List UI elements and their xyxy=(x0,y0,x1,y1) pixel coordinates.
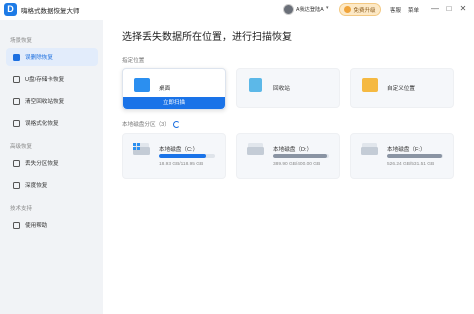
vip-upgrade-button[interactable]: 免费升级 xyxy=(339,3,381,16)
app-logo: D xyxy=(4,3,17,16)
main-content: 选择丢失数据所在位置，进行扫描恢复 指定位置 桌面 立即扫描 回收站 自定义位置… xyxy=(103,20,474,314)
disk-size: 389.90 GB/400.00 GB xyxy=(273,162,321,167)
partition-icon xyxy=(13,159,20,167)
close-button[interactable]: ✕ xyxy=(457,3,469,15)
sidebar-item-label: 使用帮助 xyxy=(25,223,48,229)
deep-scan-icon xyxy=(13,181,20,189)
disk-name: 本地磁盘（C:） xyxy=(159,147,199,153)
sidebar-section-title: 高级恢复 xyxy=(10,144,33,150)
vip-icon xyxy=(344,6,352,13)
hard-disk-icon xyxy=(133,143,150,156)
folder-icon xyxy=(362,78,378,92)
recycle-bin-icon xyxy=(249,78,262,92)
locations-label: 指定位置 xyxy=(122,58,145,64)
disk-usage-bar xyxy=(387,154,443,158)
sidebar-section-title: 场景恢复 xyxy=(10,38,33,44)
sidebar-item-recycle-recovery[interactable]: 清空回收站恢复 xyxy=(6,92,98,110)
partitions-label: 本地磁盘分区（3） xyxy=(122,122,170,128)
disk-usage-fill xyxy=(159,154,207,158)
disk-card-d[interactable]: 本地磁盘（D:） 389.90 GB/400.00 GB xyxy=(236,133,340,179)
title-bar: D 嗨格式数据恢复大师 A我达登陆A ▾ 免费升级 客服 菜单 — □ ✕ xyxy=(0,0,474,20)
sidebar-item-label: 深度恢复 xyxy=(25,183,48,189)
sidebar-item-label: 清空回收站恢复 xyxy=(25,99,65,105)
refresh-icon[interactable] xyxy=(172,120,180,128)
format-icon xyxy=(13,119,20,127)
disk-usage-bar xyxy=(159,154,215,158)
menu-link[interactable]: 菜单 xyxy=(408,6,419,14)
maximize-button[interactable]: □ xyxy=(443,3,455,15)
location-card-desktop[interactable]: 桌面 立即扫描 xyxy=(122,68,226,110)
sidebar-item-format-recovery[interactable]: 误格式化恢复 xyxy=(6,114,98,132)
hard-disk-icon xyxy=(361,143,378,156)
disk-size: 526.24 GB/531.51 GB xyxy=(387,162,435,167)
location-name: 桌面 xyxy=(159,86,171,92)
sidebar-item-deep-recovery[interactable]: 深度恢复 xyxy=(6,176,98,194)
disk-name: 本地磁盘（D:） xyxy=(273,147,313,153)
usb-icon xyxy=(13,75,20,83)
hard-disk-icon xyxy=(247,143,264,156)
page-title: 选择丢失数据所在位置，进行扫描恢复 xyxy=(122,32,292,43)
app-title: 嗨格式数据恢复大师 xyxy=(21,8,80,15)
sidebar-item-partition-recovery[interactable]: 丢失分区恢复 xyxy=(6,154,98,172)
sidebar-item-label: U盘/存储卡恢复 xyxy=(25,77,65,83)
disk-card-c[interactable]: 本地磁盘（C:） 18.93 GB/118.95 GB xyxy=(122,133,226,179)
scan-now-button[interactable]: 立即扫描 xyxy=(123,97,225,109)
user-name[interactable]: A我达登陆A xyxy=(296,6,324,13)
disk-usage-bar xyxy=(273,154,329,158)
disk-usage-fill xyxy=(387,154,443,158)
customer-service-link[interactable]: 客服 xyxy=(390,6,401,14)
disk-name: 本地磁盘（F:） xyxy=(387,147,426,153)
recycle-bin-icon xyxy=(13,97,20,105)
vip-upgrade-label: 免费升级 xyxy=(353,7,376,14)
help-icon xyxy=(13,221,20,229)
location-card-custom[interactable]: 自定义位置 xyxy=(350,68,454,108)
disk-card-f[interactable]: 本地磁盘（F:） 526.24 GB/531.51 GB xyxy=(350,133,454,179)
partitions-header: 本地磁盘分区（3） xyxy=(122,120,180,128)
disk-size: 18.93 GB/118.95 GB xyxy=(159,162,204,167)
location-name: 自定义位置 xyxy=(387,86,415,92)
minimize-button[interactable]: — xyxy=(429,3,441,15)
trash-file-icon xyxy=(13,53,20,61)
sidebar-item-help[interactable]: 使用帮助 xyxy=(6,216,98,234)
sidebar-item-label: 丢失分区恢复 xyxy=(25,161,59,167)
location-card-recycle-bin[interactable]: 回收站 xyxy=(236,68,340,108)
desktop-icon xyxy=(134,78,150,92)
sidebar: 场景恢复 误删除恢复 U盘/存储卡恢复 清空回收站恢复 误格式化恢复 高级恢复 … xyxy=(0,20,103,314)
disk-usage-fill xyxy=(273,154,328,158)
sidebar-item-usb-recovery[interactable]: U盘/存储卡恢复 xyxy=(6,70,98,88)
sidebar-item-label: 误删除恢复 xyxy=(25,55,53,61)
sidebar-item-deleted-recovery[interactable]: 误删除恢复 xyxy=(6,48,98,66)
sidebar-item-label: 误格式化恢复 xyxy=(25,121,59,127)
avatar[interactable] xyxy=(283,4,294,15)
windows-logo-icon xyxy=(133,143,140,150)
location-name: 回收站 xyxy=(273,86,290,92)
sidebar-section-title: 技术支持 xyxy=(10,206,33,212)
chevron-down-icon[interactable]: ▾ xyxy=(326,5,329,11)
